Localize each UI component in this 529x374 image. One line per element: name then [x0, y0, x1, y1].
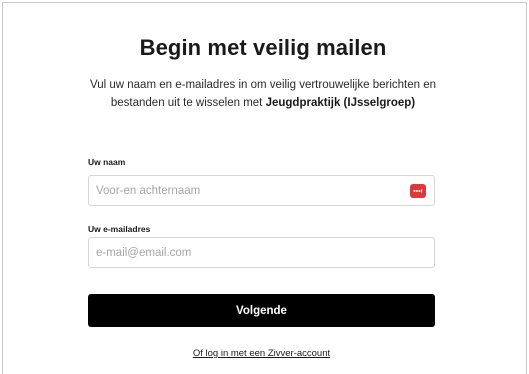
email-input[interactable]: [89, 238, 396, 267]
email-field: [88, 237, 435, 268]
name-input[interactable]: [89, 176, 396, 205]
signup-panel: Begin met veilig mailen Vul uw naam en e…: [2, 2, 527, 374]
password-manager-icon[interactable]: [410, 184, 426, 198]
name-field: [88, 175, 435, 206]
organization-name: Jeugdpraktijk (IJsselgroep): [265, 97, 416, 109]
name-label: Uw naam: [88, 157, 126, 167]
intro-text: Vul uw naam en e-mailadres in om veilig …: [68, 76, 458, 112]
next-button[interactable]: Volgende: [88, 294, 435, 327]
email-label: Uw e-mailadres: [88, 224, 151, 234]
page-title: Begin met veilig mailen: [139, 35, 387, 60]
zivver-login-link[interactable]: Of log in met een Zivver-account: [88, 348, 435, 359]
